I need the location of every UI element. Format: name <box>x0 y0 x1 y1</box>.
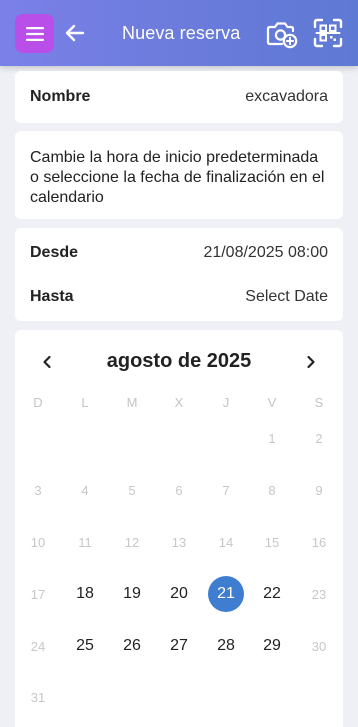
to-label: Hasta <box>30 288 74 305</box>
previous-month-button[interactable] <box>33 348 61 376</box>
calendar-day: 31 <box>30 689 46 705</box>
from-label: Desde <box>30 244 79 261</box>
from-value[interactable]: 21/08/2025 08:00 <box>203 244 328 262</box>
to-value[interactable]: Select Date <box>245 288 328 306</box>
calendar-day: 4 <box>81 482 89 498</box>
calendar-day: 11 <box>78 534 92 550</box>
chevron-left-icon <box>43 355 51 369</box>
next-month-button[interactable] <box>297 348 325 376</box>
scan-button[interactable] <box>312 17 344 49</box>
calendar-day: 1 <box>268 430 276 446</box>
arrow-left-icon <box>65 24 85 42</box>
weekday-label: J <box>222 394 230 410</box>
calendar-day: 8 <box>268 482 276 498</box>
qr-scan-icon <box>313 18 343 48</box>
page-title: Nueva reserva <box>122 23 241 43</box>
calendar-day: 16 <box>311 534 327 550</box>
calendar-day[interactable]: 28 <box>208 628 244 664</box>
calendar-day[interactable]: 20 <box>161 576 197 612</box>
calendar-day: 5 <box>128 482 136 498</box>
calendar-day-selected[interactable]: 21 <box>208 576 244 612</box>
weekday-label: X <box>174 394 184 410</box>
calendar-day: 24 <box>30 638 46 654</box>
weekday-label: S <box>314 394 324 410</box>
calendar-day: 6 <box>175 482 183 498</box>
back-button[interactable] <box>62 20 88 46</box>
calendar-day: 13 <box>171 534 187 550</box>
calendar-month-title: agosto de 2025 <box>106 350 252 372</box>
dates-card: Desde 21/08/2025 08:00 Hasta Select Date <box>15 228 343 321</box>
weekday-label: L <box>81 394 89 410</box>
weekday-label: D <box>33 394 43 410</box>
menu-icon <box>25 26 44 41</box>
info-text: Cambie la hora de inicio predeterminada … <box>30 149 325 206</box>
calendar-day[interactable]: 22 <box>254 576 290 612</box>
calendar-day[interactable]: 27 <box>161 628 197 664</box>
calendar-day[interactable]: 29 <box>254 628 290 664</box>
calendar-day[interactable]: 25 <box>67 628 103 664</box>
name-label: Nombre <box>30 88 91 105</box>
weekday-label: V <box>267 394 277 410</box>
app-header: Nueva reserva <box>0 0 358 66</box>
calendar-day: 3 <box>34 482 42 498</box>
name-value[interactable]: excavadora <box>245 88 328 106</box>
weekday-label: M <box>126 394 138 410</box>
camera-add-icon <box>266 22 298 49</box>
info-card: Cambie la hora de inicio predeterminada … <box>15 131 343 219</box>
calendar: agosto de 2025 DLMXJVS 1 2 3 4 5 6 7 8 9 10 11 12 13… <box>15 330 343 727</box>
menu-button[interactable] <box>15 14 54 53</box>
calendar-day: 9 <box>315 482 323 498</box>
calendar-day: 12 <box>124 534 140 550</box>
calendar-day: 17 <box>30 586 46 602</box>
calendar-day: 23 <box>311 586 327 602</box>
chevron-right-icon <box>307 355 315 369</box>
calendar-day: 14 <box>218 534 234 550</box>
calendar-day[interactable]: 26 <box>114 628 150 664</box>
calendar-day[interactable]: 19 <box>114 576 150 612</box>
calendar-day: 15 <box>264 534 280 550</box>
calendar-day: 10 <box>30 534 46 550</box>
calendar-day: 7 <box>222 482 230 498</box>
calendar-day: 30 <box>311 638 327 654</box>
calendar-day: 2 <box>315 430 323 446</box>
name-card: Nombre excavadora <box>15 71 343 123</box>
add-photo-button[interactable] <box>265 17 299 51</box>
calendar-day[interactable]: 18 <box>67 576 103 612</box>
